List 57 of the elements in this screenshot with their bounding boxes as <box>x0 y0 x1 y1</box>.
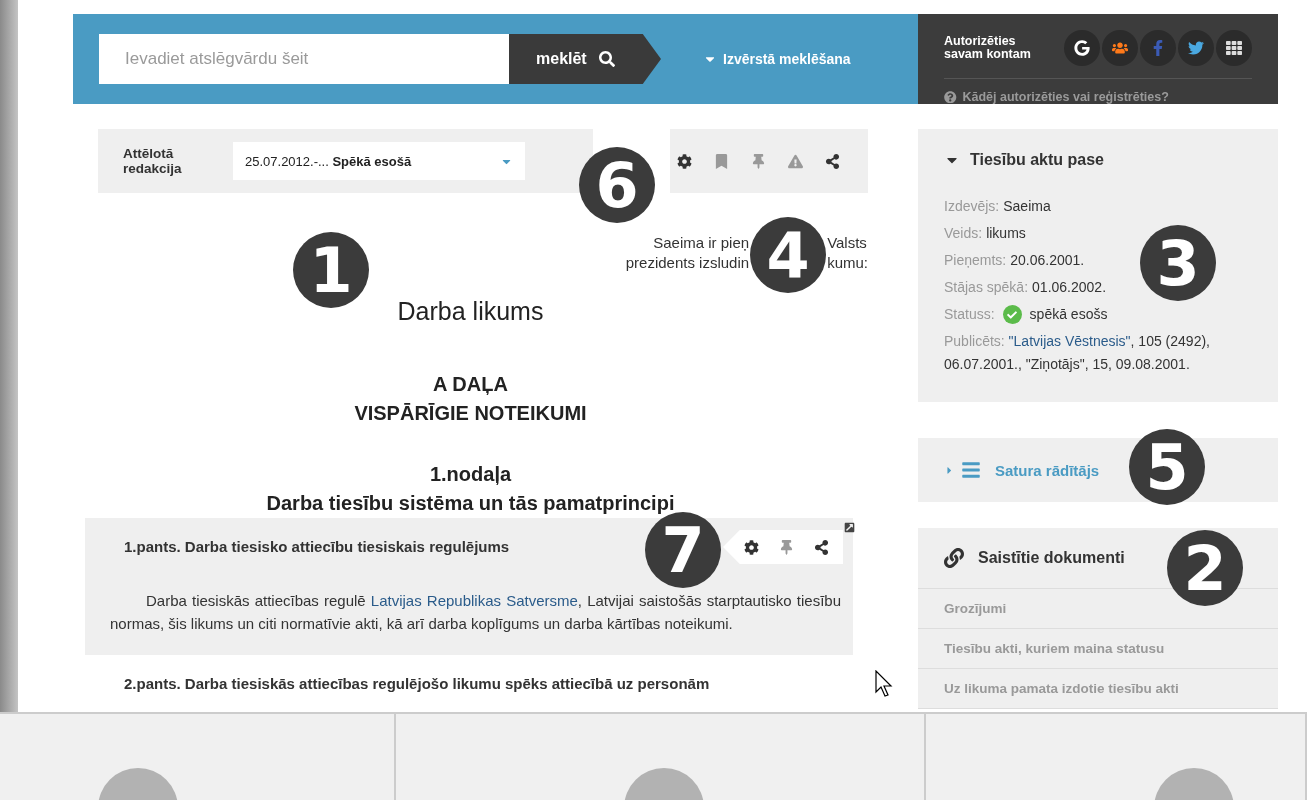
people-icon <box>1112 40 1128 56</box>
callout-number: 1 <box>293 232 369 308</box>
login-label: Autorizēties savam kontam <box>944 35 1032 61</box>
grid-icon <box>1226 40 1242 56</box>
advanced-search-link[interactable]: Izvērstā meklēšana <box>703 51 851 67</box>
field-label: Stājas spēkā: <box>944 278 1029 297</box>
field-value: spēkā esošs <box>1029 305 1108 324</box>
intro-text: kumu: <box>827 253 868 273</box>
share-button[interactable] <box>814 539 829 555</box>
publication-link[interactable]: "Latvijas Vēstnesis" <box>1008 333 1131 349</box>
link-icon <box>944 548 964 568</box>
field-label: Izdevējs: <box>944 197 1000 216</box>
intro-text: prezidents izsludin <box>625 253 750 273</box>
search-icon <box>598 51 615 67</box>
article-text: Darba tiesiskās attiecības regulē Latvijas Republikas Satversme, Latvijai saistošās starptautisko tiesību normas, šis likums un citi normatīvie akti, kā arī darba koplīgums un darba kārtības noteikumi. <box>110 591 841 634</box>
field-value: likums <box>986 224 1026 243</box>
social-login-button[interactable] <box>1064 30 1100 66</box>
part-heading: VISPĀRĪGIE NOTEIKUMI <box>353 401 588 426</box>
related-title: Saistītie dokumenti <box>978 549 1125 567</box>
field-value: 20.06.2001. <box>1010 251 1085 270</box>
cursor-icon <box>875 670 895 698</box>
field-label: Pieņemts: <box>944 251 1007 270</box>
document-title: Darba likums <box>396 297 545 326</box>
twitter-icon <box>1188 40 1204 56</box>
passport-toggle[interactable]: Tiesību aktu pase <box>918 129 1278 169</box>
edition-select[interactable]: 25.07.2012.-... Spēkā esošā <box>233 142 525 180</box>
search-button[interactable]: meklēt <box>509 34 661 84</box>
field-value: 01.06.2002. <box>1032 278 1107 297</box>
field-value: Saeima <box>1003 197 1051 216</box>
social-login-button[interactable] <box>1216 30 1252 66</box>
check-icon <box>1002 305 1022 324</box>
pin-button[interactable] <box>779 539 794 555</box>
callout-number: 6 <box>579 147 655 223</box>
related-link[interactable]: Uz likuma pamata izdotie tiesību akti <box>918 669 1278 709</box>
edition-label: Attēlotā redakcija <box>123 146 183 176</box>
list-icon <box>961 460 981 480</box>
intro-text: Valsts <box>827 233 868 253</box>
article-link[interactable]: Latvijas Republikas Satversme <box>370 592 578 609</box>
callout-number: 4 <box>750 217 827 293</box>
settings-button[interactable] <box>744 539 759 555</box>
contents-toggle[interactable]: Satura rādītājs <box>944 460 1100 480</box>
field-label: Veids: <box>944 224 983 243</box>
publication-text: Publicēts: "Latvijas Vēstnesis", 105 (2492), 06.07.2001., "Ziņotājs", 15, 09.08.2001. <box>944 332 1211 374</box>
article-title: 2.pants. Darba tiesiskās attiecības regulējošo likumu spēks attiecībā uz personām <box>124 675 710 692</box>
settings-button[interactable] <box>677 153 692 169</box>
expand-icon[interactable] <box>844 522 855 533</box>
part-heading: A DAĻA <box>432 372 509 397</box>
intro-text: Saeima ir pieņ <box>652 233 750 253</box>
search-field[interactable]: Ievadiet atslēgvārdu šeit <box>99 34 509 84</box>
related-link[interactable]: Tiesību akti, kuriem maina statusu <box>918 629 1278 669</box>
chapter-heading: 1.nodaļa <box>428 462 513 487</box>
help-icon <box>944 90 957 104</box>
share-button[interactable] <box>825 153 840 169</box>
article-title: 1.pants. Darba tiesisko attiecību tiesiskais regulējums <box>124 538 510 555</box>
field-label: Statuss: <box>944 305 995 324</box>
google-icon <box>1074 40 1090 56</box>
help-link[interactable]: Kādēj autorizēties vai reģistrēties? <box>944 90 1252 104</box>
